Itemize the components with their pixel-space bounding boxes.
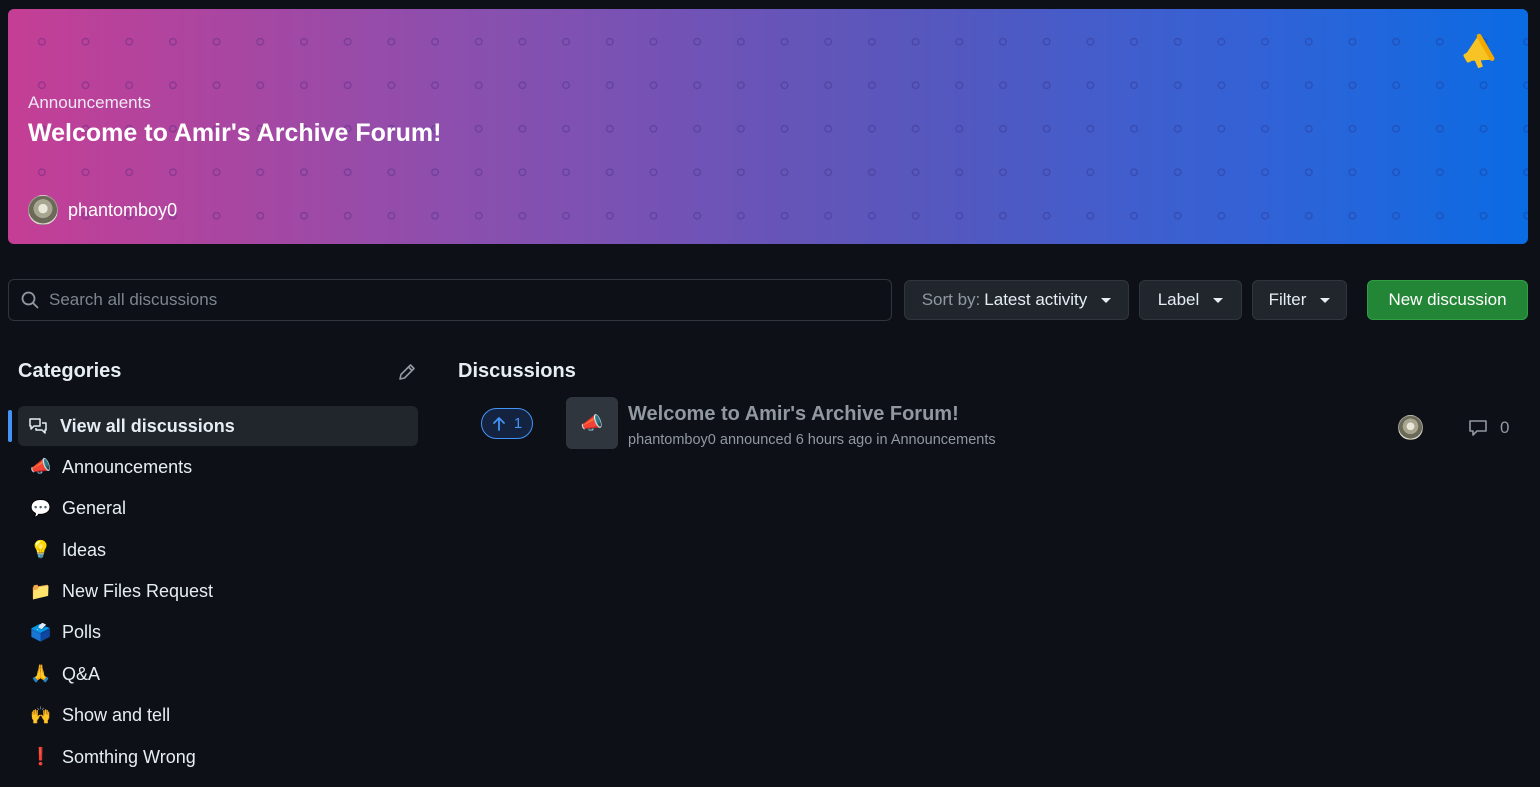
raised-hands-icon: 🙌 xyxy=(30,705,52,725)
category-label: Show and tell xyxy=(62,705,171,726)
category-label: View all discussions xyxy=(60,415,235,436)
megaphone-icon xyxy=(1463,33,1495,69)
category-item-qa[interactable]: 🙏 Q&A xyxy=(18,654,418,694)
ballot-box-icon: 🗳️ xyxy=(30,622,52,642)
category-item-polls[interactable]: 🗳️ Polls xyxy=(18,613,418,653)
sort-dropdown-button[interactable]: Sort by: Latest activity xyxy=(904,280,1129,320)
author-name[interactable]: phantomboy0 xyxy=(68,200,177,221)
category-label: Polls xyxy=(62,622,102,643)
upvote-button[interactable]: 1 xyxy=(481,408,533,439)
category-item-general[interactable]: 💬 General xyxy=(18,489,418,529)
category-label: New Files Request xyxy=(62,581,214,602)
active-indicator xyxy=(8,410,12,442)
comment-count[interactable]: 0 xyxy=(1468,418,1509,438)
banner-author[interactable]: phantomboy0 xyxy=(28,195,177,225)
filter-button-text: Filter xyxy=(1268,290,1307,309)
praying-hands-icon: 🙏 xyxy=(30,664,52,684)
lightbulb-icon: 💡 xyxy=(30,540,52,560)
category-label: Somthing Wrong xyxy=(62,746,196,767)
category-item-show-and-tell[interactable]: 🙌 Show and tell xyxy=(18,696,418,736)
upvote-count: 1 xyxy=(513,415,523,432)
sort-value: Latest activity xyxy=(984,290,1088,309)
comment-icon xyxy=(1469,420,1487,436)
megaphone-icon: 📣 xyxy=(30,457,52,477)
category-label: Q&A xyxy=(62,663,101,684)
comment-discussion-icon xyxy=(29,418,47,434)
banner-title[interactable]: Welcome to Amir's Archive Forum! xyxy=(28,119,441,148)
discussions-heading: Discussions xyxy=(458,360,576,382)
author-avatar[interactable] xyxy=(28,195,58,225)
new-discussion-button[interactable]: New discussion xyxy=(1367,280,1528,320)
label-button-text: Label xyxy=(1157,290,1200,309)
category-item-somthing-wrong[interactable]: ❗ Somthing Wrong xyxy=(18,737,418,777)
category-label: General xyxy=(62,498,127,519)
discussion-title[interactable]: Welcome to Amir's Archive Forum! xyxy=(628,403,959,426)
filter-dropdown-button[interactable]: Filter xyxy=(1252,280,1347,320)
pencil-icon[interactable] xyxy=(396,361,418,383)
chevron-down-icon xyxy=(1101,297,1112,303)
search-icon xyxy=(21,291,39,309)
category-item-view-all[interactable]: View all discussions xyxy=(8,406,418,446)
chevron-down-icon xyxy=(1320,297,1331,303)
megaphone-icon: 📣 xyxy=(580,412,604,433)
arrow-up-icon xyxy=(492,416,505,431)
search-box[interactable] xyxy=(8,279,892,321)
announcement-banner[interactable]: Announcements Welcome to Amir's Archive … xyxy=(8,9,1528,244)
category-label: Ideas xyxy=(62,539,107,560)
discussion-meta: phantomboy0 announced 6 hours ago in Ann… xyxy=(628,432,996,448)
category-list: View all discussions 📣 Announcements 💬 G… xyxy=(8,406,418,779)
category-label: Announcements xyxy=(62,456,193,477)
banner-category[interactable]: Announcements xyxy=(28,93,151,113)
categories-heading: Categories xyxy=(18,360,122,382)
category-item-announcements[interactable]: 📣 Announcements xyxy=(18,447,418,487)
speech-bubble-icon: 💬 xyxy=(30,498,52,518)
category-item-new-files-request[interactable]: 📁 New Files Request xyxy=(18,572,418,612)
category-item-ideas[interactable]: 💡 Ideas xyxy=(18,530,418,570)
folder-icon: 📁 xyxy=(30,581,52,601)
comment-count-value: 0 xyxy=(1500,418,1510,437)
participant-avatar[interactable] xyxy=(1398,415,1423,440)
sort-prefix: Sort by: xyxy=(921,290,981,309)
discussion-category-icon: 📣 xyxy=(566,397,618,449)
chevron-down-icon xyxy=(1213,297,1224,303)
exclamation-icon: ❗ xyxy=(30,747,52,767)
label-dropdown-button[interactable]: Label xyxy=(1139,280,1242,320)
search-input[interactable] xyxy=(49,290,849,310)
